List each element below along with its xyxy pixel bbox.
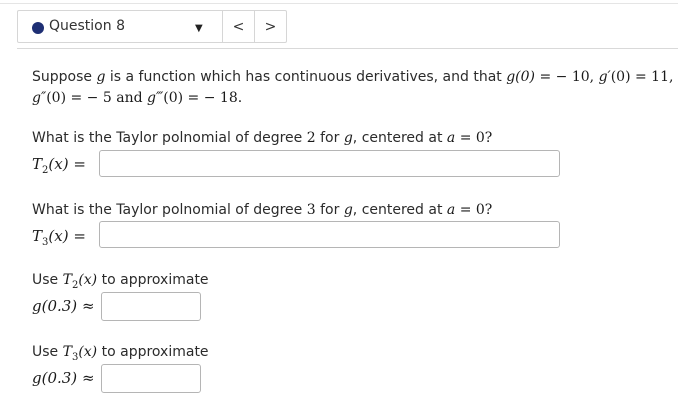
- previous-question-button[interactable]: <: [222, 11, 254, 42]
- math-value-g0: − 10,: [555, 69, 599, 85]
- math-approx: ≈: [77, 297, 95, 315]
- problem-text: is a function which has continuous deriv…: [105, 69, 507, 85]
- math-eq: =: [68, 155, 86, 173]
- prompt-text: for: [315, 202, 344, 218]
- math-center: = 0?: [455, 202, 493, 218]
- q2-prompt: What is the Taylor polnomial of degree 3…: [32, 200, 492, 220]
- top-border: [0, 3, 678, 4]
- prompt-text: for: [315, 130, 344, 146]
- question-label: Question 8: [49, 18, 125, 34]
- prompt-text: to approximate: [97, 272, 209, 288]
- math-x: (x): [48, 227, 69, 245]
- math-arg: (0): [610, 69, 631, 85]
- math-arg: (0): [46, 90, 67, 106]
- degree-value: 2: [306, 130, 316, 146]
- q1-prompt: What is the Taylor polnomial of degree 2…: [32, 128, 492, 148]
- problem-statement-line2: g″(0) = − 5 and g‴(0) = − 18.: [32, 88, 242, 108]
- prompt-text: What is the Taylor polnomial of degree: [32, 130, 307, 146]
- prompt-text: What is the Taylor polnomial of degree: [32, 202, 307, 218]
- degree-value: 3: [306, 202, 316, 218]
- math-a: a: [446, 130, 456, 146]
- math-T: T: [32, 227, 43, 245]
- prompt-text: to approximate: [97, 344, 209, 360]
- math-g-double-prime: g″: [32, 90, 47, 106]
- problem-statement-line1: Suppose g is a function which has contin…: [32, 67, 673, 87]
- math-arg: (0): [163, 90, 184, 106]
- math-center: = 0?: [455, 130, 493, 146]
- question-status-dot-icon: [32, 22, 44, 34]
- q2-lhs: T3(x) =: [32, 226, 86, 253]
- math-g-at-0.3: g(0.3): [32, 297, 78, 315]
- prompt-text: , centered at: [352, 202, 447, 218]
- q4-answer-input[interactable]: [101, 364, 201, 393]
- q2-answer-input[interactable]: [99, 221, 560, 248]
- math-x: (x): [78, 344, 98, 360]
- math-g-triple-prime: g‴: [147, 90, 164, 106]
- question-navigator: Question 8 ▼ < >: [17, 10, 287, 43]
- prompt-text: , centered at: [352, 130, 447, 146]
- header-divider: [17, 48, 678, 49]
- prompt-text: Use: [32, 272, 63, 288]
- q4-lhs: g(0.3) ≈: [32, 368, 95, 388]
- math-g0: g(0): [506, 69, 536, 85]
- math-g: g: [343, 130, 353, 146]
- math-approx: ≈: [77, 369, 95, 387]
- math-value-g3: = − 18.: [183, 90, 243, 106]
- math-value-g2: = − 5 and: [66, 90, 147, 106]
- math-T: T: [32, 155, 43, 173]
- next-question-button[interactable]: >: [254, 11, 286, 42]
- math-value-g1: = 11,: [630, 69, 674, 85]
- q3-lhs: g(0.3) ≈: [32, 296, 95, 316]
- math-eq: =: [68, 227, 86, 245]
- math-x: (x): [48, 155, 69, 173]
- math-g-prime: g′: [598, 69, 611, 85]
- prompt-text: Use: [32, 344, 63, 360]
- q1-answer-input[interactable]: [99, 150, 560, 177]
- math-eq: =: [535, 69, 556, 85]
- math-x: (x): [78, 272, 98, 288]
- math-T: T: [62, 272, 72, 288]
- math-T: T: [62, 344, 72, 360]
- problem-text: Suppose: [32, 69, 97, 85]
- q3-answer-input[interactable]: [101, 292, 201, 321]
- question-dropdown-caret-icon[interactable]: ▼: [195, 23, 203, 34]
- math-a: a: [446, 202, 456, 218]
- math-g-at-0.3: g(0.3): [32, 369, 78, 387]
- math-g: g: [343, 202, 353, 218]
- q1-lhs: T2(x) =: [32, 154, 86, 181]
